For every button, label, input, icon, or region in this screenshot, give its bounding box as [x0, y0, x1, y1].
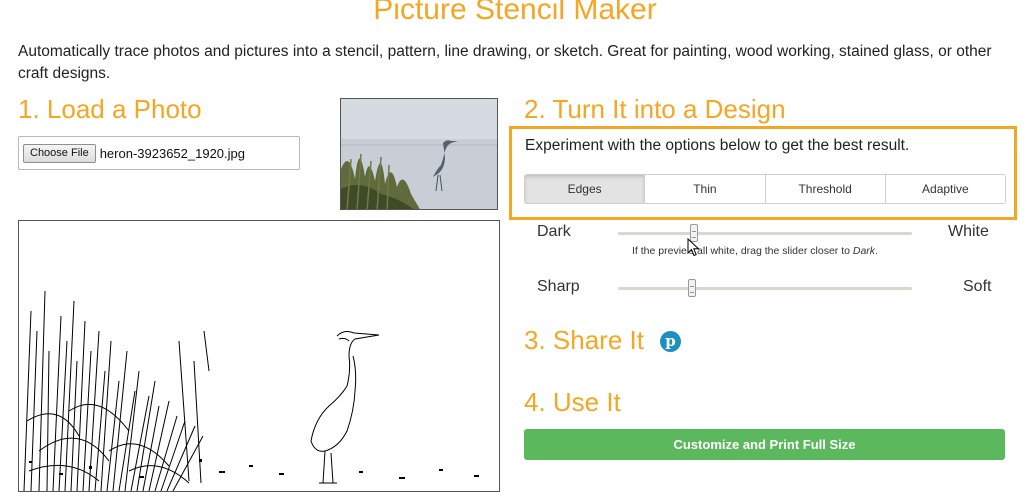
step1-heading: 1. Load a Photo: [18, 94, 202, 124]
slider-hint: If the previe's all white, drag the slid…: [632, 245, 878, 257]
mouse-cursor-icon: [687, 238, 700, 257]
stencil-preview: [18, 220, 500, 492]
pinterest-icon[interactable]: p: [660, 331, 681, 352]
file-input[interactable]: Choose File heron-3923652_1920.jpg: [18, 136, 300, 170]
choose-file-button[interactable]: Choose File: [23, 143, 96, 163]
tab-adaptive[interactable]: Adaptive: [885, 175, 1005, 203]
file-name: heron-3923652_1920.jpg: [99, 145, 246, 161]
step4-heading: 4. Use It: [524, 387, 621, 417]
step3-heading: 3. Share It: [524, 325, 644, 355]
slider-hint-middle: 's all white, drag the slider closer to: [686, 245, 853, 257]
intro-text: Automatically trace photos and pictures …: [18, 43, 992, 82]
mode-tabs: Edges Thin Threshold Adaptive: [524, 174, 1006, 204]
smoothness-slider-track[interactable]: [618, 287, 912, 290]
tab-thin[interactable]: Thin: [645, 175, 766, 203]
slider-hint-prefix: If the previe: [632, 245, 687, 257]
page-title: Picture Stencil Maker: [373, 0, 657, 26]
smoothness-slider-handle[interactable]: [687, 279, 696, 297]
tab-threshold[interactable]: Threshold: [765, 175, 886, 203]
step2-heading: 2. Turn It into a Design: [524, 94, 786, 124]
tab-edges[interactable]: Edges: [525, 175, 646, 203]
threshold-slider-track[interactable]: [618, 232, 912, 235]
slider-dark-label: Dark: [537, 223, 571, 240]
customize-print-button[interactable]: Customize and Print Full Size: [524, 429, 1005, 460]
original-photo-thumbnail: [340, 98, 498, 210]
slider-soft-label: Soft: [963, 278, 992, 295]
slider-white-label: White: [948, 223, 989, 240]
slider-hint-suffix: .: [875, 245, 878, 257]
options-instructions: Experiment with the options below to get…: [525, 137, 910, 154]
slider-hint-emphasis: Dark: [852, 245, 876, 257]
slider-sharp-label: Sharp: [537, 278, 580, 295]
